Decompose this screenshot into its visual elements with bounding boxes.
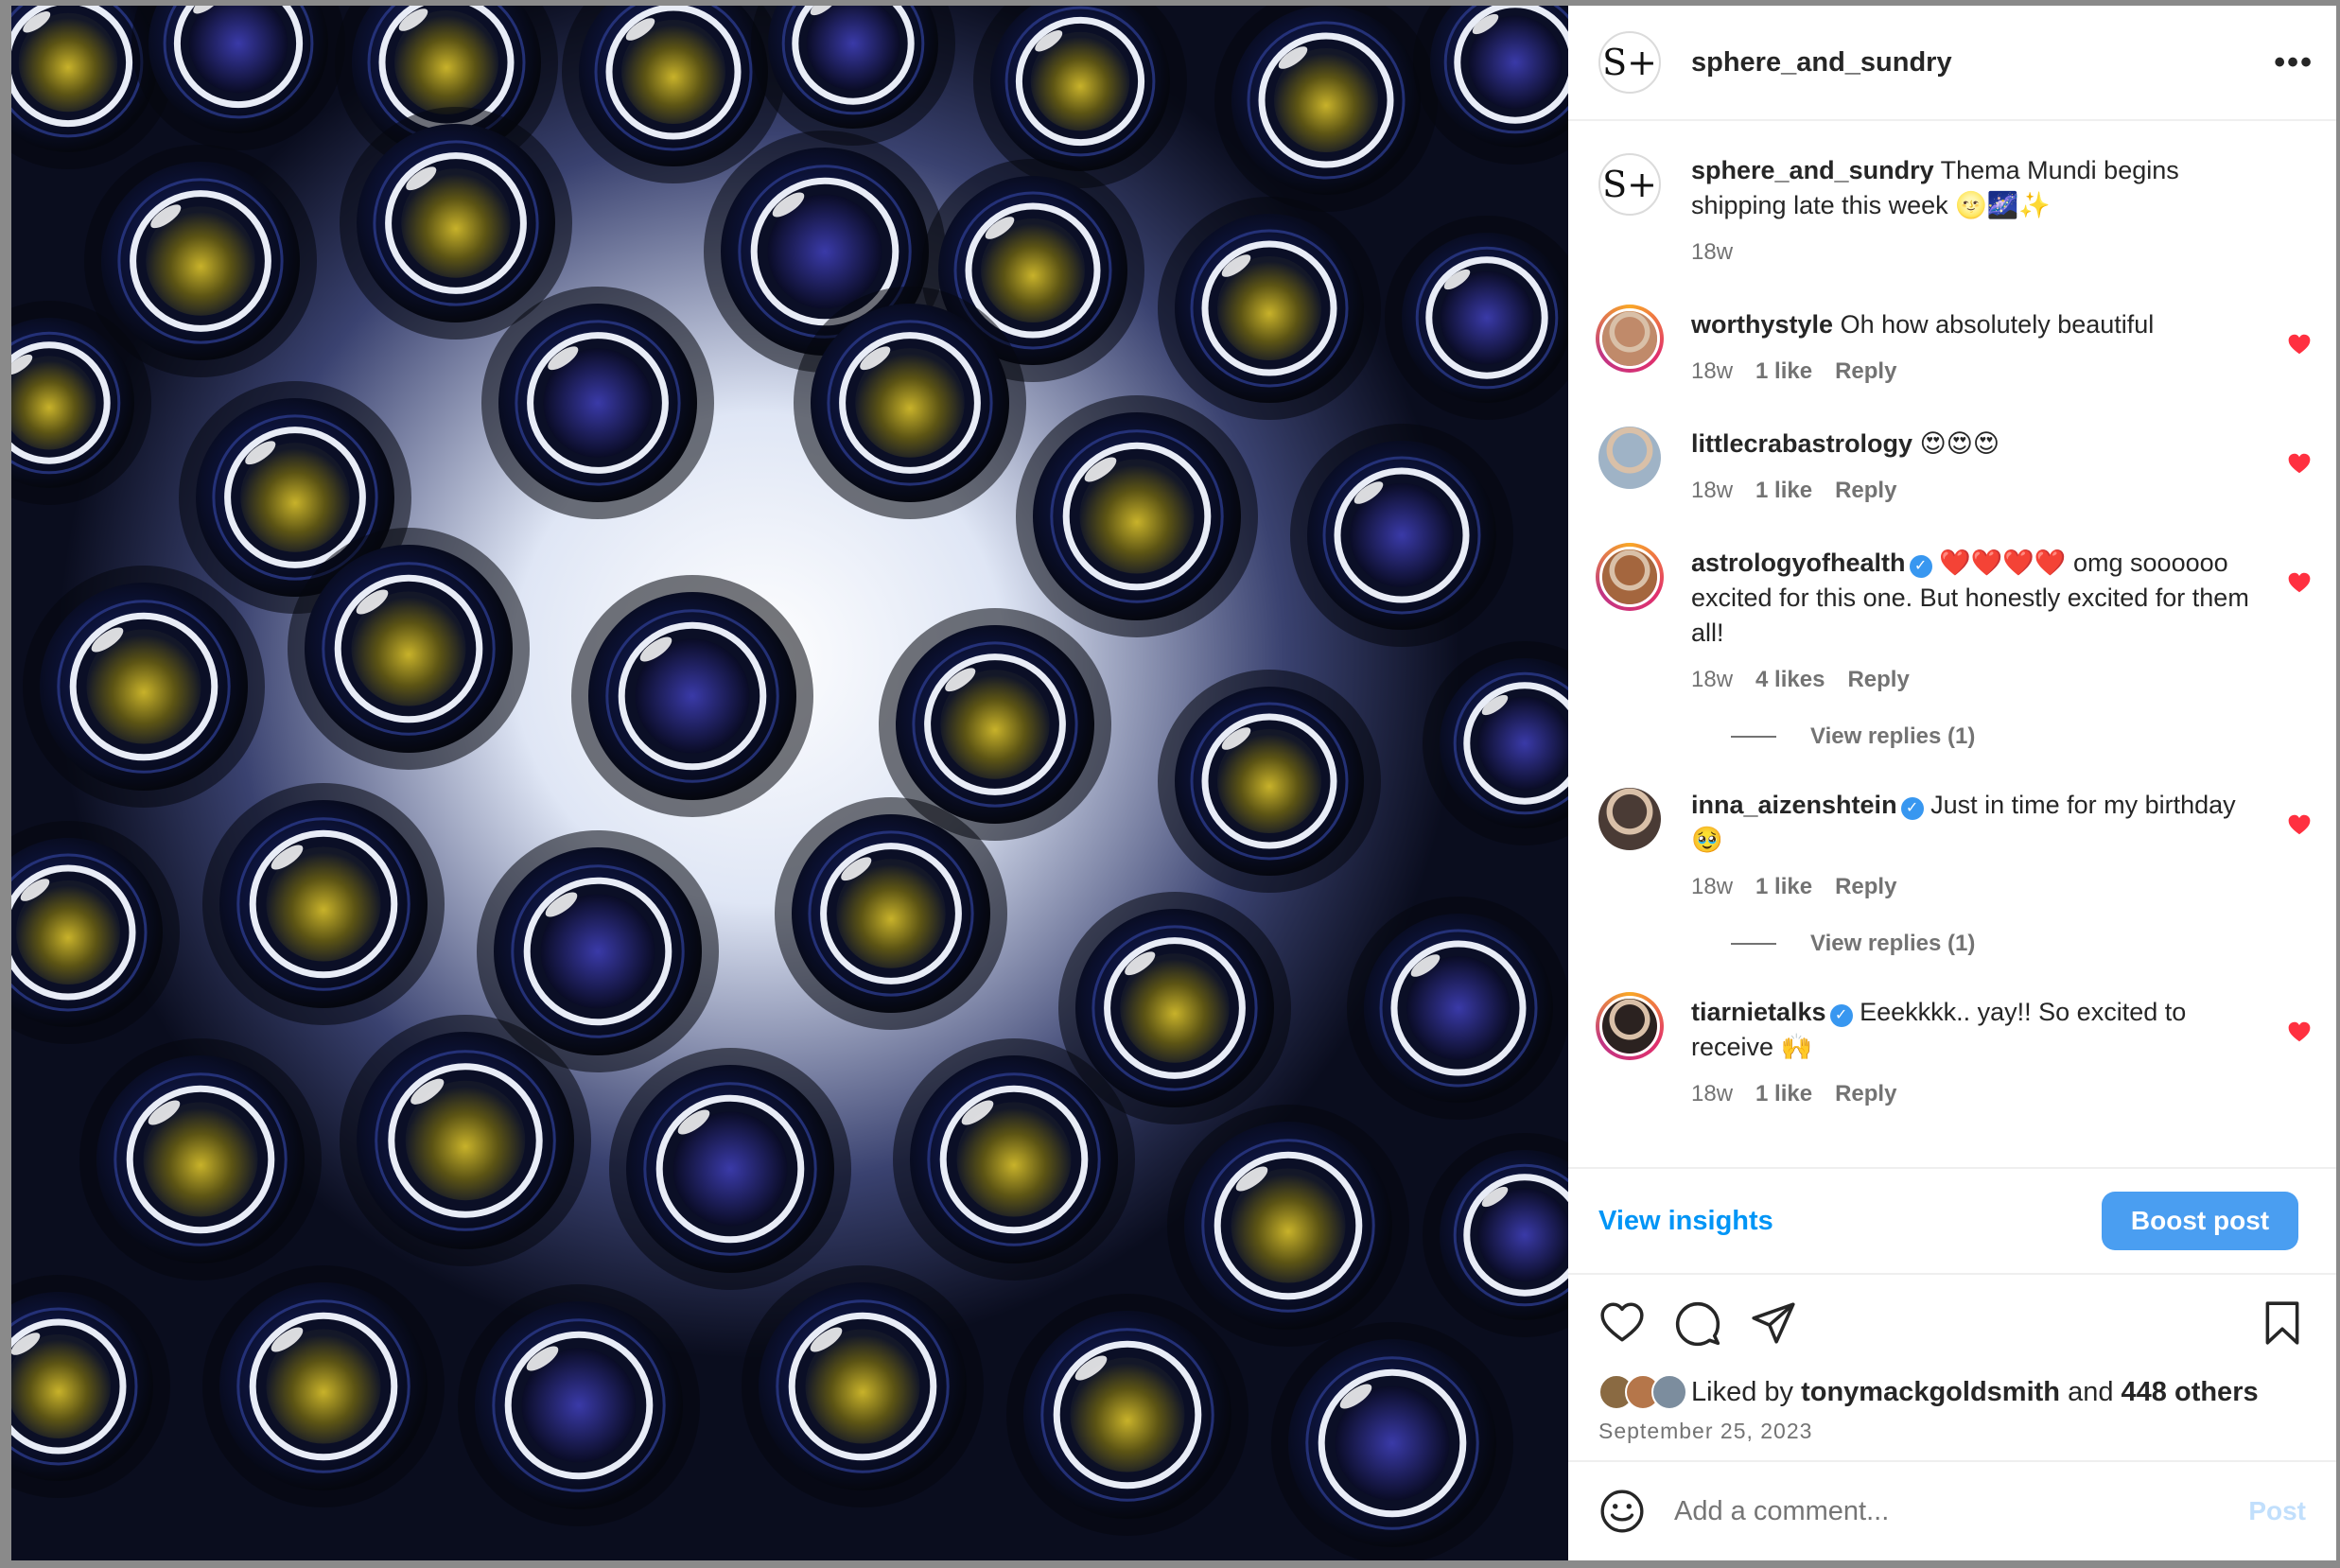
reply-button[interactable]: Reply — [1835, 473, 1896, 508]
liker-avatars — [1598, 1374, 1687, 1410]
like-icon[interactable] — [1598, 1299, 1646, 1347]
comment-time: 18w — [1691, 667, 1734, 692]
author-username[interactable]: sphere_and_sundry — [1691, 47, 1952, 78]
insights-bar: View insights Boost post — [1568, 1167, 2336, 1275]
comment-like-icon[interactable] — [2287, 451, 2312, 476]
liked-by-others[interactable]: 448 others — [2122, 1377, 2259, 1408]
caption-username[interactable]: sphere_and_sundry — [1691, 156, 1934, 184]
add-comment-bar: Post — [1568, 1460, 2336, 1560]
commenter-username[interactable]: tiarnietalks — [1691, 998, 1826, 1026]
liked-by-and: and — [2068, 1376, 2114, 1407]
likes-summary[interactable]: Liked by tonymackgoldsmith and 448 other… — [1568, 1371, 2336, 1413]
commenter-avatar[interactable] — [1596, 992, 1664, 1060]
comment-likes[interactable]: 4 likes — [1755, 662, 1825, 697]
comments-list[interactable]: S+ sphere_and_sundry Thema Mundi begins … — [1568, 121, 2336, 1167]
liker-avatar — [1651, 1374, 1687, 1410]
post-date: September 25, 2023 — [1598, 1419, 1813, 1443]
commenter-username[interactable]: astrologyofhealth — [1691, 549, 1906, 577]
comment-likes[interactable]: 1 like — [1755, 869, 1812, 904]
view-insights-link[interactable]: View insights — [1598, 1206, 1773, 1237]
more-icon[interactable]: ••• — [2274, 44, 2314, 81]
reply-button[interactable]: Reply — [1835, 1076, 1896, 1111]
comment-item: tiarnietalks ✓ Eeekkkk.. yay!! So excited… — [1596, 992, 2312, 1111]
boost-post-button[interactable]: Boost post — [2102, 1192, 2298, 1250]
comment-item: worthystyle Oh how absolutely beautiful 1… — [1596, 305, 2312, 389]
caption-time: 18w — [1691, 239, 1734, 265]
comment-item: astrologyofhealth ✓ ❤️❤️❤️❤️ omg soooooo … — [1596, 543, 2312, 697]
verified-icon: ✓ — [1900, 797, 1924, 820]
reply-button[interactable]: Reply — [1835, 354, 1896, 389]
comment-input[interactable] — [1674, 1495, 2249, 1527]
view-replies-link[interactable]: View replies (1) — [1731, 723, 2312, 750]
commenter-avatar[interactable] — [1598, 427, 1661, 489]
caption: S+ sphere_and_sundry Thema Mundi begins … — [1598, 153, 2312, 270]
replies-divider — [1731, 736, 1776, 738]
reply-button[interactable]: Reply — [1835, 869, 1896, 904]
comment-like-icon[interactable] — [2287, 332, 2312, 357]
author-avatar[interactable]: S+ — [1598, 31, 1661, 94]
view-replies-link[interactable]: View replies (1) — [1731, 931, 2312, 957]
commenter-avatar[interactable] — [1596, 305, 1664, 373]
comment-like-icon[interactable] — [2287, 812, 2312, 837]
comment-time: 18w — [1691, 358, 1734, 384]
replies-divider — [1731, 943, 1776, 945]
post-comment-button[interactable]: Post — [2248, 1496, 2306, 1526]
view-replies-label: View replies (1) — [1810, 723, 1976, 749]
caption-avatar[interactable]: S+ — [1598, 153, 1661, 216]
comment-item: inna_aizenshtein ✓ Just in time for my bi… — [1598, 788, 2312, 904]
verified-icon: ✓ — [1909, 555, 1932, 578]
bottles-image — [11, 6, 1568, 1560]
comment-time: 18w — [1691, 478, 1734, 503]
comment-text: Oh how absolutely beautiful — [1840, 310, 2155, 339]
commenter-avatar[interactable] — [1596, 543, 1664, 611]
comment-likes[interactable]: 1 like — [1755, 354, 1812, 389]
comment-like-icon[interactable] — [2287, 570, 2312, 595]
commenter-avatar[interactable] — [1598, 788, 1661, 850]
commenter-username[interactable]: littlecrabastrology — [1691, 429, 1912, 458]
comment-likes[interactable]: 1 like — [1755, 473, 1812, 508]
post-photo[interactable] — [11, 6, 1568, 1560]
comment-item: littlecrabastrology 😍😍😍 18w 1 like Reply — [1598, 427, 2312, 508]
commenter-username[interactable]: inna_aizenshtein — [1691, 791, 1897, 819]
comment-likes[interactable]: 1 like — [1755, 1076, 1812, 1111]
comment-time: 18w — [1691, 1081, 1734, 1106]
emoji-icon[interactable] — [1598, 1488, 1646, 1535]
liked-by-label: Liked by — [1691, 1376, 1794, 1407]
reply-button[interactable]: Reply — [1847, 662, 1909, 697]
commenter-username[interactable]: worthystyle — [1691, 310, 1833, 339]
post-header: S+ sphere_and_sundry ••• — [1568, 6, 2336, 121]
share-icon[interactable] — [1750, 1299, 1797, 1347]
comment-icon[interactable] — [1674, 1299, 1721, 1347]
verified-icon: ✓ — [1829, 1004, 1853, 1027]
save-icon[interactable] — [2259, 1299, 2306, 1347]
comment-text: 😍😍😍 — [1919, 429, 2000, 458]
post-sidebar: S+ sphere_and_sundry ••• S+ sphere_and_s… — [1568, 6, 2336, 1560]
comment-time: 18w — [1691, 874, 1734, 899]
liked-by-user[interactable]: tonymackgoldsmith — [1801, 1377, 2060, 1408]
action-bar — [1568, 1275, 2336, 1371]
view-replies-label: View replies (1) — [1810, 931, 1976, 956]
comment-like-icon[interactable] — [2287, 1019, 2312, 1044]
